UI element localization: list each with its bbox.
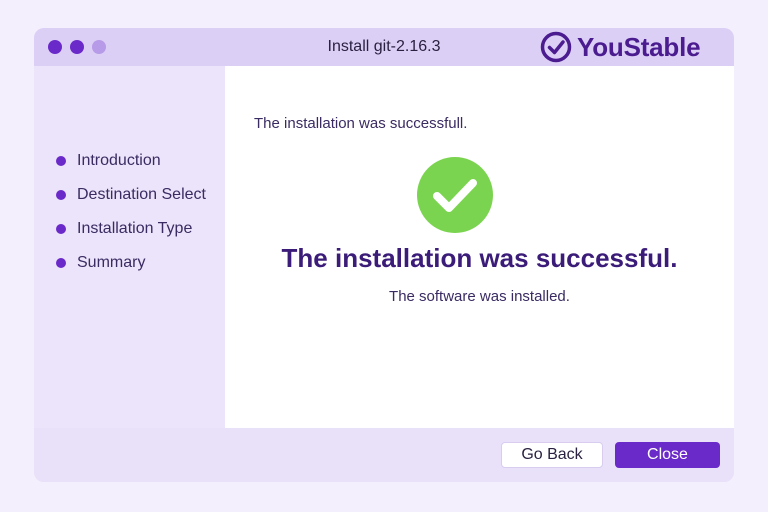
step-bullet-icon xyxy=(56,258,66,268)
summary-panel: The installation was successfull. The in… xyxy=(225,66,734,428)
minimize-window-dot[interactable] xyxy=(70,40,84,54)
check-circle-icon xyxy=(417,157,493,233)
sidebar-item-label: Summary xyxy=(77,254,146,271)
sidebar-item-summary: Summary xyxy=(56,252,145,274)
sidebar-item-destination-select: Destination Select xyxy=(56,184,206,206)
button-bar: Go Back Close xyxy=(34,428,734,482)
brand-logo: YouStable xyxy=(540,31,701,63)
step-bullet-icon xyxy=(56,224,66,234)
sidebar-item-installation-type: Installation Type xyxy=(56,218,192,240)
steps-sidebar: Introduction Destination Select Installa… xyxy=(34,66,225,428)
window-title: Install git-2.16.3 xyxy=(327,38,441,55)
title-bar: Install git-2.16.3 YouStable xyxy=(34,28,734,66)
step-bullet-icon xyxy=(56,190,66,200)
brand-check-icon xyxy=(540,31,572,63)
close-button[interactable]: Close xyxy=(615,442,720,468)
sidebar-item-label: Introduction xyxy=(77,152,161,169)
sidebar-item-label: Destination Select xyxy=(77,186,206,203)
sidebar-item-label: Installation Type xyxy=(77,220,193,237)
step-bullet-icon xyxy=(56,156,66,166)
close-window-dot[interactable] xyxy=(48,40,62,54)
zoom-window-dot[interactable] xyxy=(92,40,106,54)
success-subtext: The software was installed. xyxy=(389,288,570,305)
status-message: The installation was successfull. xyxy=(254,115,468,132)
installer-window: Install git-2.16.3 YouStable Introductio… xyxy=(34,28,734,482)
brand-name: YouStable xyxy=(577,31,701,62)
sidebar-item-introduction: Introduction xyxy=(56,150,161,172)
success-headline: The installation was successful. xyxy=(281,243,678,273)
go-back-button[interactable]: Go Back xyxy=(501,442,603,468)
